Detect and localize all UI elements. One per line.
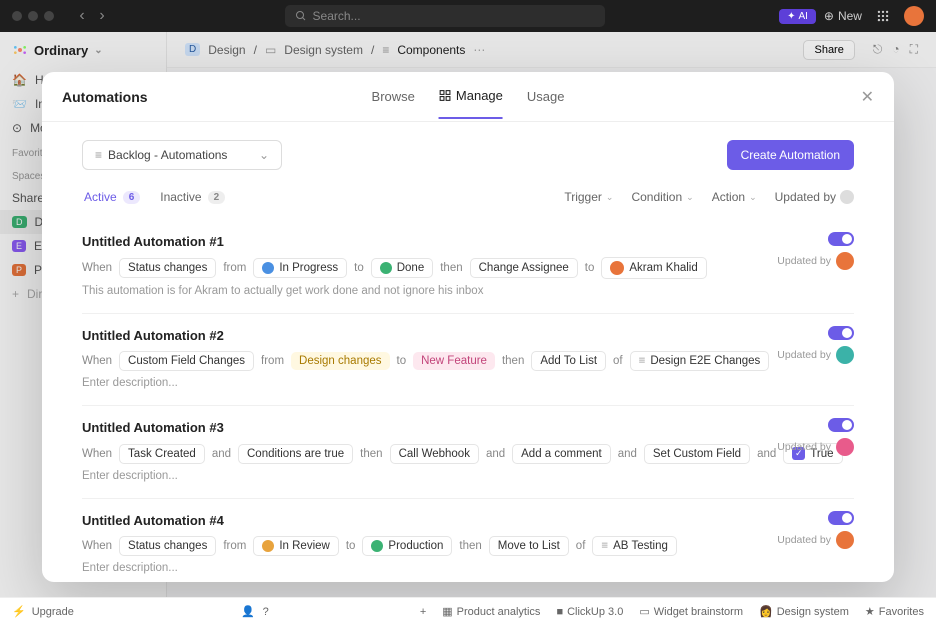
titlebar: ‹ › Search... ✦ AI ⊕ New [0,0,936,32]
ai-button[interactable]: ✦ AI [779,9,816,24]
footer-item[interactable]: ▦ Product analytics [442,605,540,618]
action-chip[interactable]: Add To List [531,351,606,371]
automation-title: Untitled Automation #1 [82,234,854,249]
help-icon[interactable]: ? [263,606,269,618]
search-input[interactable]: Search... [285,5,605,27]
automation-item[interactable]: Untitled Automation #1 When Status chang… [82,220,854,314]
automation-desc: This automation is for Akram to actually… [82,285,854,297]
footer-item[interactable]: ▭ Widget brainstorm [639,605,743,618]
automation-toggle[interactable] [828,511,854,525]
updated-by: Updated by [777,531,854,549]
to-chip[interactable]: Production [362,536,452,556]
upgrade-button[interactable]: ⚡ Upgrade [12,605,74,618]
action-chip[interactable]: Set Custom Field [644,444,750,464]
filter-condition[interactable]: Condition⌄ [631,190,693,204]
trigger-chip[interactable]: Status changes [119,258,216,278]
automation-title: Untitled Automation #2 [82,328,854,343]
filter-active[interactable]: Active 6 [82,186,142,208]
filter-action[interactable]: Action⌄ [712,190,757,204]
footer-item[interactable]: ★ Favorites [865,605,924,618]
automation-item[interactable]: Untitled Automation #2 When Custom Field… [82,314,854,406]
create-automation-button[interactable]: Create Automation [727,140,854,170]
automations-modal: Automations Browse Manage Usage ✕ ≡ Back… [42,72,894,582]
tab-manage[interactable]: Manage [439,74,503,119]
target-chip[interactable]: ≡Design E2E Changes [630,351,770,371]
automation-title: Untitled Automation #3 [82,420,854,435]
filter-inactive[interactable]: Inactive 2 [158,186,227,208]
action-chip[interactable]: Move to List [489,536,569,556]
from-chip[interactable]: In Progress [253,258,347,278]
to-chip[interactable]: New Feature [413,352,495,370]
action-chip[interactable]: Add a comment [512,444,611,464]
automation-title: Untitled Automation #4 [82,513,854,528]
close-button[interactable]: ✕ [861,87,874,107]
automation-item[interactable]: Untitled Automation #3 When Task Created… [82,406,854,499]
target-chip[interactable]: ≡AB Testing [592,536,676,556]
inactive-count: 2 [208,191,226,204]
automation-desc[interactable]: Enter description... [82,562,854,574]
scope-selector[interactable]: ≡ Backlog - Automations ⌄ [82,140,282,170]
automation-desc[interactable]: Enter description... [82,470,854,482]
user-avatar[interactable] [904,6,924,26]
trigger-chip[interactable]: Custom Field Changes [119,351,254,371]
from-chip[interactable]: Design changes [291,352,389,370]
apps-icon[interactable] [876,9,890,23]
automation-toggle[interactable] [828,418,854,432]
modal-overlay: Automations Browse Manage Usage ✕ ≡ Back… [0,32,936,625]
updated-by: Updated by [777,438,854,456]
updated-by: Updated by [777,252,854,270]
automation-toggle[interactable] [828,232,854,246]
condition-chip[interactable]: Conditions are true [238,444,353,464]
updated-by: Updated by [777,346,854,364]
tab-usage[interactable]: Usage [527,74,565,119]
action-chip[interactable]: Change Assignee [470,258,578,278]
trigger-chip[interactable]: Status changes [119,536,216,556]
footer-add[interactable]: + [420,606,426,618]
automation-toggle[interactable] [828,326,854,340]
new-button[interactable]: ⊕ New [824,9,862,23]
modal-title: Automations [62,89,148,105]
filter-trigger[interactable]: Trigger⌄ [564,190,613,204]
footer-item[interactable]: 👩 Design system [759,605,849,618]
back-button[interactable]: ‹ [74,7,90,25]
search-icon [295,10,307,22]
from-chip[interactable]: In Review [253,536,339,556]
footer-item[interactable]: ■ ClickUp 3.0 [556,606,623,618]
target-chip[interactable]: Akram Khalid [601,257,706,279]
trigger-chip[interactable]: Task Created [119,444,205,464]
search-placeholder: Search... [313,9,361,23]
people-icon[interactable]: 👤 [241,605,255,618]
to-chip[interactable]: Done [371,258,434,278]
window-controls [12,11,54,21]
active-count: 6 [123,191,141,204]
forward-button[interactable]: › [94,7,110,25]
filter-updatedby[interactable]: Updated by [775,190,854,204]
manage-icon [439,89,452,102]
scope-label: Backlog - Automations [108,148,227,162]
tab-browse[interactable]: Browse [372,74,415,119]
action-chip[interactable]: Call Webhook [390,444,479,464]
footer: ⚡ Upgrade 👤 ? + ▦ Product analytics ■ Cl… [0,597,936,625]
automation-item[interactable]: Untitled Automation #4 When Status chang… [82,499,854,582]
automation-desc[interactable]: Enter description... [82,377,854,389]
